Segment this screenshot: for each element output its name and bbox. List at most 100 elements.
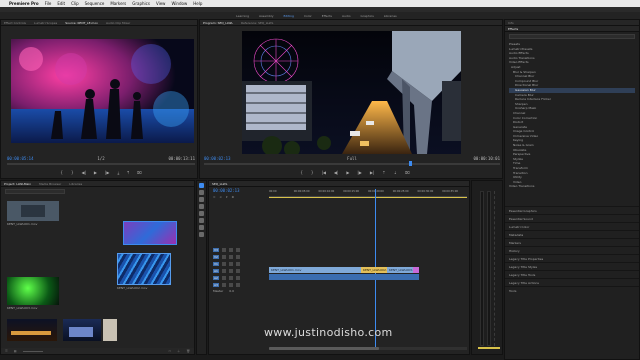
pen-tool-icon[interactable]: [199, 218, 204, 223]
sync-icon[interactable]: [228, 255, 233, 259]
video-track-header[interactable]: V1: [213, 261, 267, 267]
workspace-learning[interactable]: Learning: [236, 14, 249, 18]
effects-title[interactable]: Effects: [508, 27, 518, 31]
tab-effect-controls[interactable]: Effect Controls: [4, 21, 26, 25]
workspace-graphics[interactable]: Graphics: [361, 14, 374, 18]
program-fit-select[interactable]: Full: [347, 156, 357, 161]
program-scrubber[interactable]: [204, 161, 500, 166]
transition-marker[interactable]: [413, 267, 419, 273]
info-tab[interactable]: Info: [508, 21, 514, 25]
effects-section-item[interactable]: History: [505, 246, 639, 254]
tab-reference[interactable]: Reference: SEQ_LLWL: [241, 21, 273, 25]
track-label[interactable]: A2: [213, 276, 219, 280]
menu-edit[interactable]: Edit: [57, 1, 65, 6]
workspace-audio[interactable]: Audio: [342, 14, 351, 18]
razor-tool-icon[interactable]: [199, 204, 204, 209]
lock-icon[interactable]: [221, 283, 226, 287]
project-search-input[interactable]: [5, 189, 65, 194]
video-track-header[interactable]: V3: [213, 247, 267, 253]
menu-clip[interactable]: Clip: [71, 1, 79, 6]
menu-markers[interactable]: Markers: [110, 1, 126, 6]
tab-program[interactable]: Program: SEQ_LLWL: [203, 21, 233, 25]
menu-sequence[interactable]: Sequence: [85, 1, 105, 6]
menu-window[interactable]: Window: [171, 1, 187, 6]
work-area-bar[interactable]: [269, 197, 467, 198]
video-clip[interactable]: KENT_LLWL002.mov: [361, 267, 393, 273]
tab-media-browser[interactable]: Media Browser: [39, 182, 61, 186]
sync-icon[interactable]: [228, 276, 233, 280]
play-icon[interactable]: ▶: [94, 170, 97, 175]
menu-view[interactable]: View: [156, 1, 166, 6]
menu-file[interactable]: File: [45, 1, 52, 6]
tab-audio-clip-mixer[interactable]: Audio Clip Mixer: [106, 21, 130, 25]
video-clip[interactable]: KENT_LLWL001.mov: [269, 267, 361, 273]
track-label[interactable]: A3: [213, 283, 219, 287]
timeline-ruler[interactable]: 00:00 00:00:05:00 00:00:10:00 00:00:15:00 00…: [269, 189, 467, 197]
step-back-icon[interactable]: ◀|: [334, 170, 338, 175]
project-clip-thumb[interactable]: [7, 201, 59, 221]
new-bin-icon[interactable]: ▭: [168, 349, 171, 353]
new-item-icon[interactable]: ＋: [177, 349, 180, 353]
sync-icon[interactable]: [228, 248, 233, 252]
selection-tool-icon[interactable]: [199, 183, 204, 188]
tab-source[interactable]: Source: KENT_LE.mov: [65, 21, 98, 25]
lock-icon[interactable]: [221, 269, 226, 273]
video-track-header[interactable]: V2: [213, 254, 267, 260]
effects-section-item[interactable]: Metadata: [505, 230, 639, 238]
step-forward-icon[interactable]: |▶: [105, 170, 109, 175]
type-tool-icon[interactable]: [199, 232, 204, 237]
lift-icon[interactable]: ⇡: [382, 170, 385, 175]
eye-icon[interactable]: [235, 262, 240, 266]
track-label[interactable]: V2: [213, 255, 219, 259]
menu-help[interactable]: Help: [193, 1, 202, 6]
hand-tool-icon[interactable]: [199, 225, 204, 230]
menu-graphics[interactable]: Graphics: [132, 1, 150, 6]
mute-icon[interactable]: [235, 276, 240, 280]
workspace-libraries[interactable]: Libraries: [384, 14, 397, 18]
effects-section-item[interactable]: Legacy Title Properties: [505, 254, 639, 262]
source-scrubber[interactable]: [7, 163, 195, 165]
sync-icon[interactable]: [228, 283, 233, 287]
mark-in-icon[interactable]: {: [60, 170, 63, 175]
track-select-tool-icon[interactable]: [199, 190, 204, 195]
project-clip-thumb[interactable]: [63, 319, 101, 341]
source-fit-select[interactable]: 1/2: [97, 156, 104, 161]
step-forward-icon[interactable]: |▶: [357, 170, 361, 175]
tab-project[interactable]: Project: LLWLMain: [4, 182, 31, 186]
play-icon[interactable]: ▶: [346, 170, 349, 175]
project-clip-thumb[interactable]: [7, 277, 59, 305]
mark-out-icon[interactable]: }: [311, 170, 314, 175]
workspace-effects[interactable]: Effects: [322, 14, 332, 18]
linked-selection-icon[interactable]: ∞: [220, 195, 223, 199]
effects-section-item[interactable]: Lumetri Color: [505, 222, 639, 230]
timeline-settings-icon[interactable]: ⚙: [232, 195, 235, 199]
slip-tool-icon[interactable]: [199, 211, 204, 216]
insert-icon[interactable]: ⤓: [117, 170, 119, 175]
list-view-icon[interactable]: ☰: [5, 349, 8, 353]
effects-section-item[interactable]: Legacy Title Actions: [505, 278, 639, 286]
go-to-out-icon[interactable]: ▶|: [370, 170, 374, 175]
effects-search-input[interactable]: [509, 34, 635, 39]
effects-section-item[interactable]: Markers: [505, 238, 639, 246]
eye-icon[interactable]: [235, 255, 240, 259]
audio-clip[interactable]: [269, 274, 419, 280]
icon-view-icon[interactable]: ▦: [14, 349, 17, 353]
lock-icon[interactable]: [221, 248, 226, 252]
video-clip[interactable]: KENT_LLWL003.mov: [387, 267, 419, 273]
effects-section-item[interactable]: Legacy Title Styles: [505, 262, 639, 270]
project-clip-thumb[interactable]: [7, 319, 57, 341]
program-timecode[interactable]: 00:00:02:13: [204, 156, 231, 161]
audio-track-header[interactable]: A3: [213, 282, 267, 288]
source-timecode[interactable]: 00:00:05:14: [7, 156, 34, 161]
mark-in-icon[interactable]: {: [300, 170, 303, 175]
track-label[interactable]: V3: [213, 248, 219, 252]
effects-section-item[interactable]: Essential Graphics: [505, 206, 639, 214]
effects-section-item[interactable]: Tools: [505, 286, 639, 294]
audio-track-header[interactable]: A1: [213, 268, 267, 274]
mark-out-icon[interactable]: }: [71, 170, 74, 175]
program-video-frame[interactable]: [242, 31, 461, 154]
effects-section-item[interactable]: Essential Sound: [505, 214, 639, 222]
timeline-scrollbar[interactable]: [269, 347, 467, 350]
audio-track-header[interactable]: A2: [213, 275, 267, 281]
step-back-icon[interactable]: ◀|: [81, 170, 85, 175]
